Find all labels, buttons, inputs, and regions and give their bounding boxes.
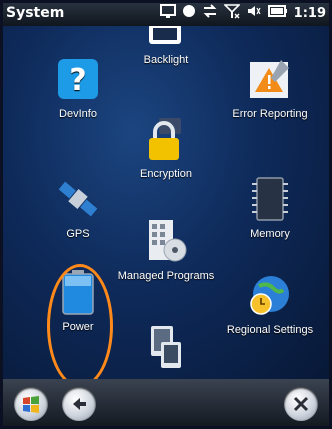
bottom-bar — [0, 379, 332, 429]
signal-off-icon[interactable] — [222, 3, 241, 23]
connectivity-icon[interactable] — [159, 3, 176, 23]
app-error-reporting[interactable]: Error Reporting — [215, 56, 325, 120]
app-memory[interactable]: Memory — [215, 176, 325, 240]
volume-icon[interactable] — [246, 3, 262, 23]
system-apps-grid: Backlight ? DevInfo Error Reporting Encr… — [0, 26, 332, 379]
app-regional-settings[interactable]: Regional Settings — [215, 272, 325, 336]
warning-report-icon — [247, 56, 293, 102]
window-title: System — [6, 5, 65, 21]
sync-icon[interactable] — [182, 4, 196, 22]
lock-icon — [143, 116, 189, 162]
power-highlight-circle — [47, 264, 113, 379]
windows-flag-icon[interactable] — [14, 387, 48, 421]
status-icons: 1:19 — [159, 3, 326, 23]
close-icon[interactable] — [284, 387, 318, 421]
devices-icon — [143, 324, 189, 370]
memory-chip-icon — [247, 176, 293, 222]
status-bar: System 1:19 — [0, 0, 332, 26]
app-devinfo[interactable]: ? DevInfo — [23, 56, 133, 120]
back-arrow-icon[interactable] — [62, 387, 96, 421]
globe-clock-icon — [247, 272, 293, 318]
building-disc-icon — [143, 218, 189, 264]
satellite-icon — [55, 176, 101, 222]
help-question-icon: ? — [55, 56, 101, 102]
clock[interactable]: 1:19 — [294, 6, 326, 21]
app-connections[interactable] — [111, 324, 221, 376]
svg-text:?: ? — [69, 63, 86, 98]
battery-icon[interactable] — [267, 4, 288, 22]
app-encryption[interactable]: Encryption — [111, 116, 221, 180]
data-transfer-icon[interactable] — [202, 3, 218, 23]
